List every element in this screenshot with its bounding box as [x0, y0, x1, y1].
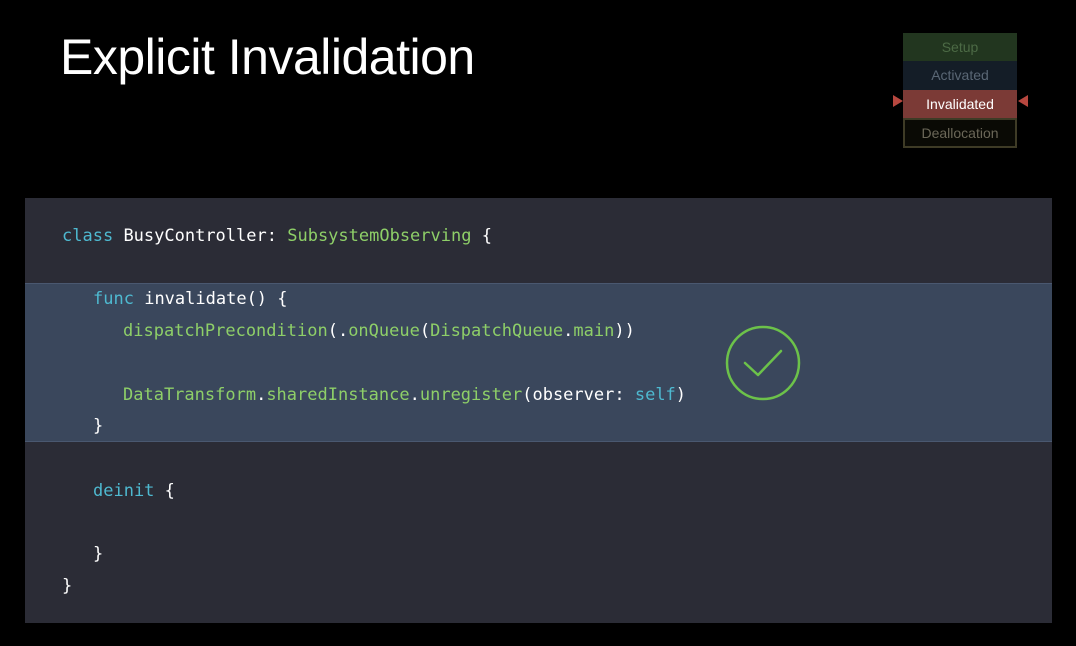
code-line-class: class BusyController: SubsystemObserving… [62, 226, 492, 246]
lifecycle-stages: Setup Activated Invalidated Deallocation [903, 33, 1017, 148]
code-line-func-close: } [93, 416, 104, 436]
code-line-deinit-close: } [93, 544, 104, 564]
stage-pointer-left-icon [893, 95, 903, 107]
code-line-unregister: DataTransform.sharedInstance.unregister(… [123, 385, 687, 405]
slide-title: Explicit Invalidation [60, 29, 475, 85]
stage-pointer-right-icon [1018, 95, 1028, 107]
stage-invalidated: Invalidated [903, 90, 1017, 118]
stage-setup: Setup [903, 33, 1017, 61]
code-line-deinit: deinit { [93, 481, 175, 501]
code-line-precondition: dispatchPrecondition(.onQueue(DispatchQu… [123, 321, 635, 341]
code-line-class-close: } [62, 576, 73, 596]
stage-activated: Activated [903, 61, 1017, 90]
stage-deallocation: Deallocation [903, 118, 1017, 148]
code-line-func: func invalidate() { [93, 289, 288, 309]
checkmark-circle-icon [725, 325, 801, 401]
